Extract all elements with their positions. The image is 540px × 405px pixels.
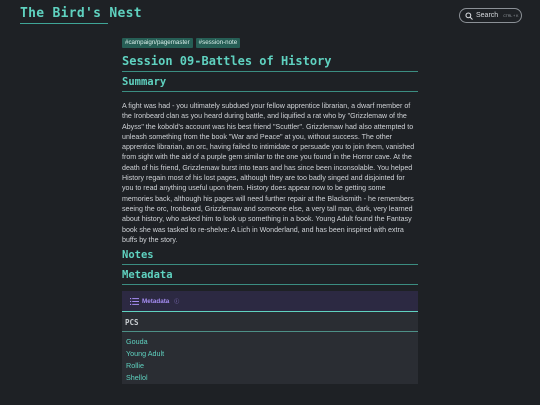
summary-paragraph: A fight was had - you ultimately subdued… (122, 102, 415, 244)
pcs-link-gouda[interactable]: Gouda (126, 336, 418, 348)
pcs-label: PCS (125, 318, 139, 328)
main-content: #campaign/pagemaster #session-note Sessi… (122, 38, 418, 385)
notes-divider (122, 264, 418, 266)
tag-session-note[interactable]: #session-note (195, 38, 241, 48)
search-shortcut: CTRL + K (503, 13, 519, 18)
title-divider (122, 71, 418, 72)
info-icon: ⓘ (174, 298, 180, 305)
section-heading-notes: Notes (122, 249, 154, 262)
metadata-callout: Metadata ⓘ PCS Gouda Young Adult Rollie … (122, 291, 418, 385)
site-title-underline (20, 23, 108, 24)
metadata-callout-title: Metadata (142, 297, 170, 305)
section-heading-metadata: Metadata (122, 269, 173, 282)
pcs-link-rollie[interactable]: Rollie (126, 360, 418, 372)
search-label: Search (476, 12, 499, 19)
search-button[interactable]: Search CTRL + K (459, 8, 522, 23)
site-title[interactable]: The Bird's Nest (20, 6, 142, 21)
metadata-callout-header[interactable]: Metadata ⓘ (122, 291, 418, 313)
pcs-list: Gouda Young Adult Rollie Shellol (122, 332, 418, 384)
list-icon (130, 297, 139, 305)
section-heading-summary: Summary (122, 76, 167, 88)
summary-divider (122, 91, 418, 92)
top-bar: The Bird's Nest Search CTRL + K (0, 0, 540, 30)
tag-list: #campaign/pagemaster #session-note (122, 38, 418, 48)
pcs-link-young-adult[interactable]: Young Adult (126, 348, 418, 360)
tag-campaign-pagemaster[interactable]: #campaign/pagemaster (122, 38, 193, 48)
search-icon (465, 11, 473, 20)
page-title: Session 09-Battles of History (122, 54, 332, 68)
pcs-link-shellol[interactable]: Shellol (126, 372, 418, 384)
metadata-divider (122, 284, 418, 286)
